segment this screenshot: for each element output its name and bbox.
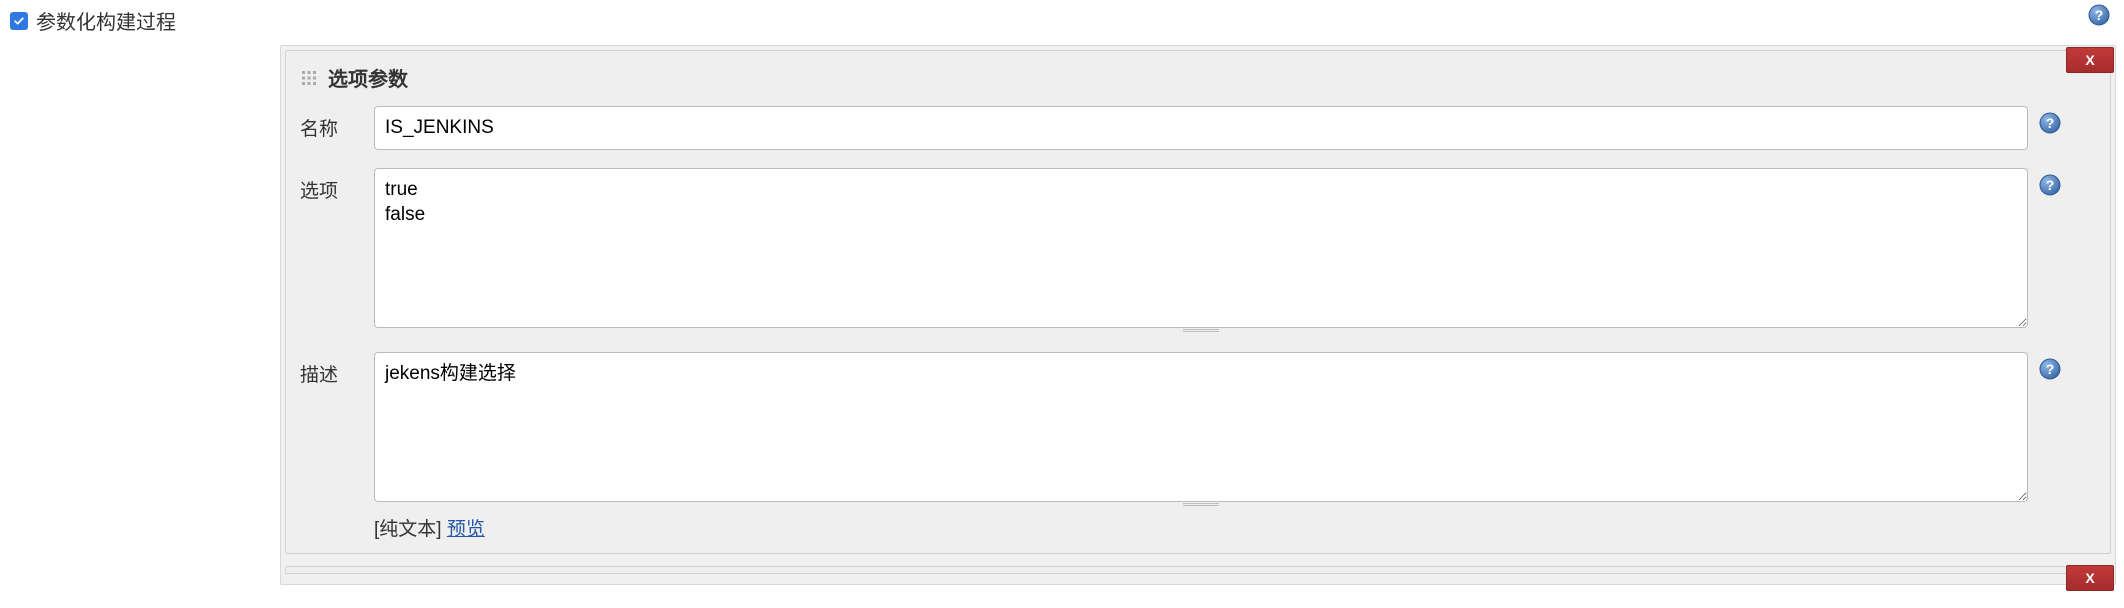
- delete-parameter-button[interactable]: X: [2066, 47, 2114, 73]
- format-prefix: [纯文本]: [374, 519, 447, 540]
- parameter-block: X: [285, 566, 2111, 574]
- description-textarea[interactable]: [374, 352, 2028, 502]
- choices-textarea[interactable]: [374, 168, 2028, 328]
- resize-grip-icon[interactable]: [1183, 500, 1219, 507]
- name-label: 名称: [300, 106, 362, 141]
- block-title: 选项参数: [328, 63, 408, 92]
- choice-parameter-block: X 选项参数 名称: [285, 50, 2111, 554]
- description-format-hint: [纯文本] 预览: [374, 514, 2028, 541]
- svg-text:?: ?: [2046, 177, 2055, 193]
- row-description: 描述 [纯文本] 预览 ?: [300, 352, 2064, 541]
- row-choices: 选项 ?: [300, 168, 2064, 334]
- choices-label: 选项: [300, 168, 362, 203]
- help-icon[interactable]: ?: [2039, 174, 2061, 196]
- help-icon[interactable]: ?: [2088, 4, 2110, 26]
- svg-text:?: ?: [2046, 361, 2055, 377]
- row-name: 名称 ?: [300, 106, 2064, 150]
- check-icon: [13, 15, 25, 27]
- parametrized-build-label: 参数化构建过程: [36, 6, 176, 35]
- description-label: 描述: [300, 352, 362, 387]
- delete-parameter-button[interactable]: X: [2066, 565, 2114, 591]
- drag-handle-icon[interactable]: [300, 69, 318, 87]
- name-input[interactable]: [374, 106, 2028, 150]
- svg-text:?: ?: [2095, 7, 2104, 23]
- parameters-container: X 选项参数 名称: [280, 45, 2116, 585]
- section-header: 参数化构建过程 ?: [0, 0, 2124, 45]
- resize-grip-icon[interactable]: [1183, 326, 1219, 333]
- block-header: 选项参数: [300, 63, 2064, 92]
- svg-text:?: ?: [2046, 115, 2055, 131]
- help-icon[interactable]: ?: [2039, 112, 2061, 134]
- delete-button-label: X: [2085, 570, 2094, 586]
- help-icon[interactable]: ?: [2039, 358, 2061, 380]
- parametrized-build-checkbox[interactable]: [10, 12, 28, 30]
- delete-button-label: X: [2085, 52, 2094, 68]
- preview-link[interactable]: 预览: [447, 519, 485, 540]
